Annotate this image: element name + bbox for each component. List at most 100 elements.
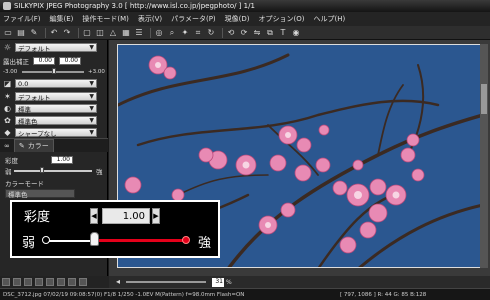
color-mode-select[interactable]: 標準色 bbox=[5, 189, 75, 199]
gamma-select[interactable]: 0.0 ▼ bbox=[15, 79, 97, 88]
zoom-slider[interactable] bbox=[126, 281, 206, 283]
open-folder-icon[interactable]: ▭ bbox=[3, 28, 13, 38]
exposure-min-label: -3.00 bbox=[3, 68, 18, 75]
exposure-slider-row: -3.00 +3.00 bbox=[0, 66, 108, 77]
weak-label: 弱 bbox=[5, 167, 12, 176]
toolbar: ▭ ▤ ✎ ↶ ↷ ▢ ◫ △ ▦ ☰ ◎ ⌕ ✦ ⌗ ↻ ⟲ ⟳ ⇋ ⧉ T … bbox=[0, 26, 490, 40]
zoom-out-icon[interactable]: ◂ bbox=[113, 277, 123, 287]
contrast-icon: ◐ bbox=[4, 104, 11, 113]
redo-icon[interactable]: ↷ bbox=[62, 28, 72, 38]
saturation-input[interactable]: 1.00 bbox=[51, 155, 73, 164]
saturation-slider-row: 弱 強 bbox=[0, 165, 108, 176]
popup-slider-thumb[interactable] bbox=[90, 232, 99, 246]
undo-icon[interactable]: ↶ bbox=[49, 28, 59, 38]
settings-icon[interactable] bbox=[68, 278, 76, 286]
zoom-bar: ◂ 31 % bbox=[109, 276, 490, 288]
info-icon[interactable]: ◉ bbox=[291, 28, 301, 38]
saturation-mini-thumb[interactable] bbox=[40, 167, 44, 173]
tab-color[interactable]: ✎ カラー bbox=[13, 139, 54, 152]
menu-help[interactable]: ヘルプ(H) bbox=[314, 14, 346, 24]
popup-strong-label: 強 bbox=[198, 236, 212, 251]
rotate-icon[interactable]: ↻ bbox=[206, 28, 216, 38]
saturation-mini-track[interactable] bbox=[14, 170, 92, 172]
thumbnail-icon[interactable] bbox=[2, 278, 10, 286]
dropper-icon[interactable]: ⌕ bbox=[167, 28, 177, 38]
increment-button[interactable]: ▶ bbox=[152, 208, 160, 224]
vertical-scrollbar[interactable] bbox=[480, 44, 488, 268]
grid-view-icon[interactable]: ▦ bbox=[121, 28, 131, 38]
saturation-popup: 彩度 ◀ 1.00 ▶ 弱 強 bbox=[10, 200, 220, 258]
popup-saturation-label: 彩度 bbox=[24, 210, 51, 225]
exposure-input-b[interactable]: 0.00 bbox=[59, 56, 81, 65]
preview-icon[interactable] bbox=[13, 278, 21, 286]
flip-icon[interactable]: ⇋ bbox=[252, 28, 262, 38]
color-select[interactable]: 標準色 ▼ bbox=[15, 116, 97, 126]
zoom-value[interactable]: 31 bbox=[212, 277, 224, 287]
list-view-icon[interactable]: ☰ bbox=[134, 28, 144, 38]
white-balance-icon[interactable]: ◎ bbox=[154, 28, 164, 38]
fullscreen-icon[interactable] bbox=[46, 278, 54, 286]
rotate-right-icon[interactable]: ⟳ bbox=[239, 28, 249, 38]
menu-file[interactable]: ファイル(F) bbox=[3, 14, 41, 24]
color-mode-row: カラーモード bbox=[0, 177, 108, 188]
color-value: 標準色 bbox=[18, 117, 38, 126]
color-palette-icon: ✿ bbox=[4, 116, 11, 125]
tab-link-icon[interactable]: ∞ bbox=[0, 139, 14, 152]
menu-bar: ファイル(F) 編集(E) 操作モード(M) 表示(V) パラメータ(P) 現像… bbox=[0, 12, 490, 26]
brush-icon[interactable]: ✎ bbox=[29, 28, 39, 38]
zoom-unit: % bbox=[226, 278, 232, 286]
exposure-input-a[interactable]: 0.00 bbox=[33, 56, 55, 65]
gamma-value: 0.0 bbox=[18, 79, 29, 88]
text-icon[interactable]: T bbox=[278, 28, 288, 38]
toolbar-divider bbox=[222, 27, 223, 38]
status-file-info: DSC_3712.jpg 07/02/19 09:08:57(0) F1/8 1… bbox=[3, 291, 245, 298]
wand-icon[interactable]: ✦ bbox=[180, 28, 190, 38]
compare-icon[interactable] bbox=[24, 278, 32, 286]
tone-select[interactable]: デフォルト ▼ bbox=[15, 92, 97, 102]
single-view-icon[interactable]: ▢ bbox=[82, 28, 92, 38]
chevron-down-icon: ▼ bbox=[89, 129, 94, 136]
gamma-icon: ◪ bbox=[3, 79, 12, 88]
menu-develop[interactable]: 現像(D) bbox=[225, 14, 250, 24]
menu-edit[interactable]: 編集(E) bbox=[50, 14, 74, 24]
white-balance-row: ☼ デフォルト ▼ bbox=[0, 42, 108, 53]
menu-parameter[interactable]: パラメータ(P) bbox=[171, 14, 215, 24]
toolbar-divider bbox=[78, 27, 79, 38]
window-title: SILKYPIX JPEG Photography 3.0 [ http://w… bbox=[14, 2, 255, 10]
popup-weak-label: 弱 bbox=[22, 236, 36, 251]
grid-icon[interactable] bbox=[57, 278, 65, 286]
scrollbar-thumb[interactable] bbox=[481, 84, 487, 114]
fit-icon[interactable] bbox=[79, 278, 87, 286]
menu-view[interactable]: 表示(V) bbox=[138, 14, 162, 24]
chevron-down-icon: ▼ bbox=[89, 44, 94, 51]
contrast-select[interactable]: 標準 ▼ bbox=[15, 104, 97, 114]
crop-icon[interactable]: ⌗ bbox=[193, 28, 203, 38]
color-mode-label: カラーモード bbox=[5, 179, 44, 188]
popup-saturation-value[interactable]: 1.00 bbox=[102, 208, 150, 224]
sharpness-value: シャープなし bbox=[18, 129, 57, 138]
sharpness-select[interactable]: シャープなし ▼ bbox=[15, 128, 97, 138]
color-mode-select-row: 標準色 bbox=[0, 188, 108, 199]
tone-icon: ✶ bbox=[4, 92, 11, 101]
tab-color-label: カラー bbox=[27, 142, 49, 150]
exposure-slider-thumb[interactable] bbox=[52, 68, 56, 74]
panel-tabs: ∞ ✎ カラー bbox=[0, 138, 108, 152]
rotate-left-icon[interactable]: ⟲ bbox=[226, 28, 236, 38]
copy-icon[interactable]: ⧉ bbox=[265, 28, 275, 38]
chevron-down-icon: ▼ bbox=[89, 80, 94, 87]
save-icon[interactable]: ▤ bbox=[16, 28, 26, 38]
frame-view-icon[interactable]: ◫ bbox=[95, 28, 105, 38]
gamma-row: ◪ 0.0 ▼ bbox=[0, 78, 108, 89]
saturation-label: 彩度 bbox=[5, 156, 18, 165]
status-pixel-info: [ 797, 1086 ] R: 44 G: 85 B:128 bbox=[340, 291, 427, 298]
menu-operation-mode[interactable]: 操作モード(M) bbox=[82, 14, 129, 24]
decrement-button[interactable]: ◀ bbox=[90, 208, 98, 224]
toolbar-divider bbox=[150, 27, 151, 38]
menu-option[interactable]: オプション(O) bbox=[259, 14, 305, 24]
white-balance-select[interactable]: デフォルト ▼ bbox=[15, 43, 97, 53]
film-icon[interactable] bbox=[35, 278, 43, 286]
warning-icon[interactable]: △ bbox=[108, 28, 118, 38]
sun-icon: ☼ bbox=[3, 43, 12, 52]
bottom-toolbar bbox=[0, 276, 109, 288]
strong-label: 強 bbox=[96, 167, 103, 176]
